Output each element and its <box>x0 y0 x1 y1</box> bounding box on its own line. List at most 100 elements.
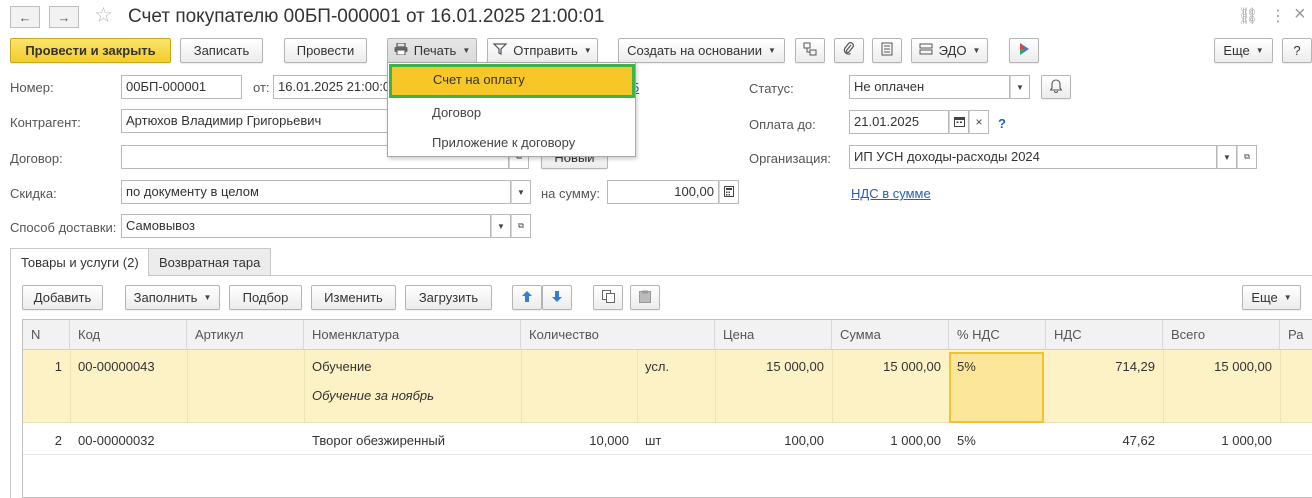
move-up-button[interactable] <box>512 285 542 310</box>
row-number: 1 <box>54 359 62 374</box>
row-vat-rate: 5% <box>957 433 976 448</box>
counterparty-field[interactable]: Артюхов Владимир Григорьевич <box>121 109 391 133</box>
pay-until-field[interactable]: 21.01.2025 <box>849 110 949 134</box>
favorite-star-icon[interactable]: ☆ <box>94 5 113 27</box>
row-unit: усл. <box>645 359 670 374</box>
delivery-open-button[interactable]: ⧉ <box>511 214 531 238</box>
service-button[interactable] <box>1009 38 1039 63</box>
column-header-price[interactable]: Цена <box>715 320 832 350</box>
clear-date-button[interactable]: × <box>969 110 989 134</box>
select-label: Подбор <box>242 290 289 305</box>
goods-table[interactable]: N Код Артикул Номенклатура Количество Це… <box>22 319 1312 498</box>
bell-icon <box>1049 78 1063 96</box>
column-header-code[interactable]: Код <box>70 320 187 350</box>
edo-icon <box>919 43 933 58</box>
status-field[interactable]: Не оплачен <box>849 75 1010 99</box>
column-header-partial[interactable]: Ра <box>1280 320 1312 350</box>
send-label: Отправить <box>513 43 578 58</box>
paste-button[interactable] <box>630 285 660 310</box>
fill-label: Заполнить <box>133 290 198 305</box>
row-divider <box>23 454 1312 455</box>
more-vertical-icon[interactable]: ⋮ <box>1270 6 1286 26</box>
post-and-close-label: Провести и закрыть <box>25 43 156 58</box>
column-header-sum[interactable]: Сумма <box>832 320 949 350</box>
calculator-icon <box>724 185 734 199</box>
org-dropdown-button[interactable]: ▼ <box>1217 145 1237 169</box>
back-button[interactable]: ← <box>10 6 40 28</box>
calculator-button[interactable] <box>719 180 739 204</box>
more-label: Еще <box>1223 43 1250 58</box>
sum-field[interactable]: 100,00 <box>607 180 719 204</box>
copy-button[interactable] <box>593 285 623 310</box>
contract-label: Договор: <box>10 151 63 166</box>
print-button[interactable]: Печать ▼ <box>387 38 477 63</box>
change-button[interactable]: Изменить <box>311 285 396 310</box>
add-row-button[interactable]: Добавить <box>22 285 103 310</box>
column-header-article[interactable]: Артикул <box>187 320 304 350</box>
load-button[interactable]: Загрузить <box>405 285 492 310</box>
more-button[interactable]: Еще ▼ <box>1214 38 1273 63</box>
row-code: 00-00000043 <box>78 359 155 374</box>
copy-icon <box>601 289 615 306</box>
discount-dropdown-button[interactable]: ▼ <box>511 180 531 204</box>
org-open-button[interactable]: ⧉ <box>1237 145 1257 169</box>
delivery-label: Способ доставки: <box>10 220 117 235</box>
tab-returnable-packaging[interactable]: Возвратная тара <box>148 248 272 275</box>
status-dropdown-button[interactable]: ▼ <box>1010 75 1030 99</box>
forward-button[interactable]: → <box>49 6 79 28</box>
number-label: Номер: <box>10 80 54 95</box>
date-field[interactable]: 16.01.2025 21:00:01 <box>273 75 393 99</box>
help-button[interactable]: ? <box>1282 38 1312 63</box>
column-header-vat[interactable]: НДС <box>1046 320 1163 350</box>
structure-button[interactable] <box>795 38 825 63</box>
send-button[interactable]: Отправить ▼ <box>487 38 598 63</box>
reminder-button[interactable] <box>1041 75 1071 99</box>
help-question-link[interactable]: ? <box>998 116 1006 131</box>
table-more-button[interactable]: Еще ▼ <box>1242 285 1301 310</box>
select-button[interactable]: Подбор <box>229 285 302 310</box>
write-label: Записать <box>193 43 250 58</box>
paperclip-icon <box>843 42 855 59</box>
write-button[interactable]: Записать <box>180 38 263 63</box>
menu-item-contract-appendix[interactable]: Приложение к договору <box>388 127 635 157</box>
fill-button[interactable]: Заполнить ▼ <box>125 285 220 310</box>
row-name: Творог обезжиренный <box>312 433 445 448</box>
open-icon: ⧉ <box>1244 152 1250 161</box>
tab-goods-services[interactable]: Товары и услуги (2) <box>10 248 150 276</box>
number-field[interactable]: 00БП-000001 <box>121 75 242 99</box>
move-down-button[interactable] <box>542 285 572 310</box>
chevron-down-icon: ▼ <box>462 46 471 55</box>
post-and-close-button[interactable]: Провести и закрыть <box>10 38 171 63</box>
calendar-button[interactable] <box>949 110 969 134</box>
row-total: 15 000,00 <box>1214 359 1272 374</box>
edo-button[interactable]: ЭДО ▼ <box>911 38 988 63</box>
column-header-vat-rate[interactable]: % НДС <box>949 320 1046 350</box>
column-header-total[interactable]: Всего <box>1163 320 1280 350</box>
column-header-nomenclature[interactable]: Номенклатура <box>304 320 521 350</box>
column-header-quantity[interactable]: Количество <box>521 320 715 350</box>
table-more-label: Еще <box>1251 290 1278 305</box>
link-icon[interactable]: ⛓ <box>1238 6 1258 26</box>
row-name: Обучение <box>312 359 372 374</box>
attach-button[interactable] <box>834 38 864 63</box>
vat-in-sum-link[interactable]: НДС в сумме <box>851 186 931 201</box>
row-content: Обучение за ноябрь <box>312 388 434 403</box>
org-label: Организация: <box>749 151 832 166</box>
clear-icon: × <box>975 115 983 129</box>
menu-item-invoice[interactable]: Счет на оплату <box>389 64 635 98</box>
report-button[interactable] <box>872 38 902 63</box>
discount-field[interactable]: по документу в целом <box>121 180 511 204</box>
create-based-on-button[interactable]: Создать на основании ▼ <box>618 38 785 63</box>
post-button[interactable]: Провести <box>284 38 367 63</box>
chevron-down-icon: ▼ <box>1255 46 1264 55</box>
column-header-n[interactable]: N <box>23 320 70 350</box>
chevron-down-icon: ▼ <box>767 46 776 55</box>
menu-item-contract[interactable]: Договор <box>388 97 635 127</box>
org-field[interactable]: ИП УСН доходы-расходы 2024 <box>849 145 1217 169</box>
edo-label: ЭДО <box>938 43 967 58</box>
delivery-field[interactable]: Самовывоз <box>121 214 491 238</box>
close-icon[interactable]: × <box>1294 3 1306 26</box>
row-divider <box>521 350 522 423</box>
row-divider <box>1280 350 1281 423</box>
delivery-dropdown-button[interactable]: ▼ <box>491 214 511 238</box>
